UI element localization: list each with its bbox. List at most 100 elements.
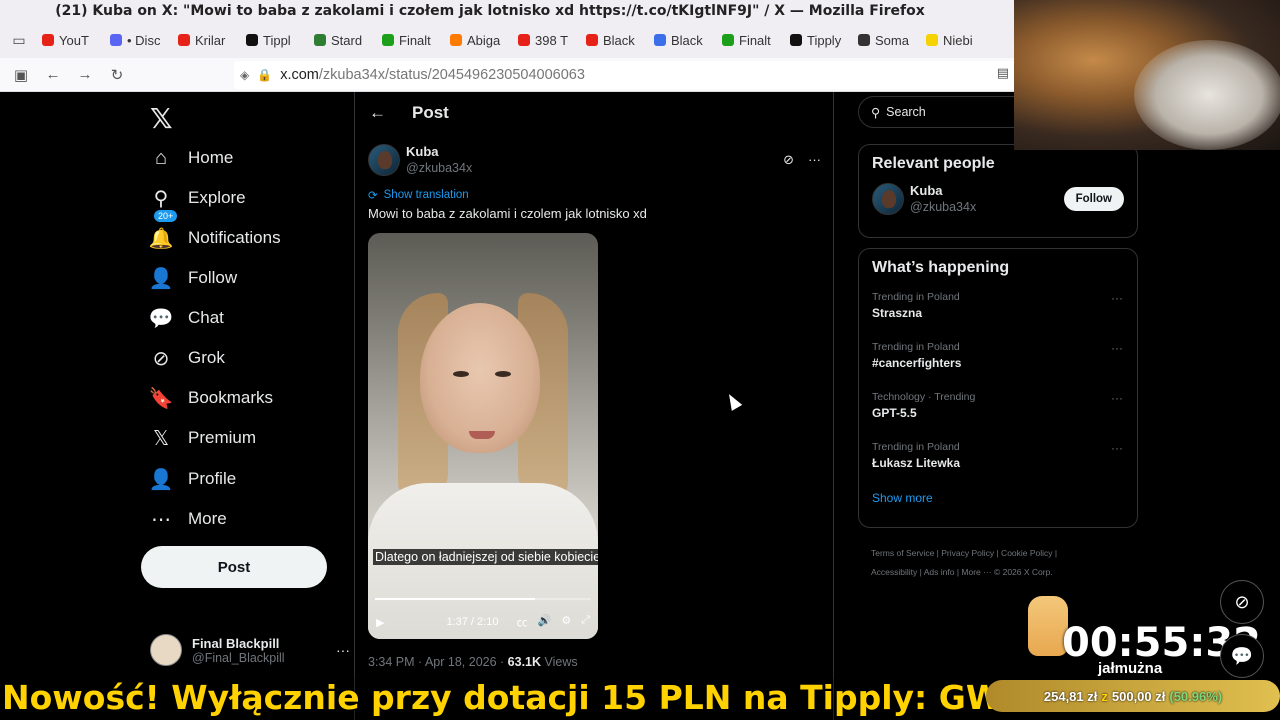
post-header: ← Post [355, 92, 833, 134]
browser-tab[interactable]: YouT [34, 26, 100, 54]
more-icon[interactable]: ··· [1111, 441, 1123, 455]
forward-icon[interactable]: → [74, 64, 96, 86]
video-frame-eye [495, 371, 511, 377]
browser-tab[interactable]: Niebi [918, 26, 984, 54]
more-icon[interactable]: ··· [1111, 341, 1123, 355]
back-arrow-icon[interactable]: ← [369, 103, 386, 123]
grok-icon[interactable]: ⊘ [1220, 580, 1264, 624]
tab-label: YouT [59, 32, 89, 48]
nav-item-follow[interactable]: 👤 Follow [149, 260, 238, 296]
webcam-overlay [1014, 0, 1280, 150]
show-more-link[interactable]: Show more [859, 485, 1137, 505]
tweet-header: Kuba @zkuba34x ⊘ ··· [368, 142, 823, 178]
footer-links: Terms of Service | Privacy Policy | Cook… [871, 544, 1131, 582]
account-handle: @Final_Blackpill [192, 650, 285, 665]
more-icon[interactable]: ··· [336, 642, 350, 658]
tweet-author-name[interactable]: Kuba [406, 144, 472, 160]
tab-label: Finalt [399, 32, 431, 48]
url-path: /zkuba34x/status/2045496230504006063 [318, 66, 585, 83]
tab-label: 398 T [535, 32, 569, 48]
browser-tab[interactable]: Finalt [374, 26, 440, 54]
play-icon[interactable]: ▶ [376, 616, 384, 629]
relevant-person[interactable]: Kuba @zkuba34x Follow [859, 173, 1137, 215]
nav-item-label: Notifications [188, 228, 281, 247]
trend-context: Trending in Poland [872, 341, 960, 353]
donation-ticker: Nowość! Wyłącznie przy dotacji 15 PLN na… [2, 678, 1104, 717]
grok-icon[interactable]: ⊘ [783, 152, 794, 168]
tab-overview-icon[interactable]: ▭ [6, 27, 32, 53]
tab-favicon-icon [586, 34, 598, 46]
account-switcher[interactable]: Final Blackpill @Final_Blackpill ··· [150, 632, 350, 668]
browser-tab[interactable]: Krilar [170, 26, 236, 54]
more-icon[interactable]: ··· [1111, 391, 1123, 405]
reload-icon[interactable]: ↻ [106, 64, 128, 86]
fullscreen-icon[interactable]: ⤢ [581, 614, 590, 630]
follow-button[interactable]: Follow [1063, 187, 1124, 211]
nav-item-grok[interactable]: ⊘ Grok [150, 340, 225, 376]
tab-label: Finalt [739, 32, 771, 48]
nav-item-notifications[interactable]: 🔔 Notifications 20+ [148, 210, 281, 256]
avatar[interactable] [872, 183, 904, 215]
nav-item-premium[interactable]: 𝕏 Premium [150, 420, 256, 456]
browser-tab[interactable]: Abiga [442, 26, 508, 54]
browser-tab[interactable]: Black [578, 26, 644, 54]
nav-item-label: Premium [188, 428, 257, 447]
video-player[interactable]: Dlatego on ładniejszej od siebie kobieci… [368, 233, 598, 639]
x-logo-icon[interactable]: 𝕏 [150, 102, 173, 135]
volume-icon[interactable]: 🔊 [538, 614, 552, 630]
sidebar-toggle-icon[interactable]: ▣ [10, 64, 32, 86]
tab-label: Abiga [467, 32, 501, 48]
footer-line[interactable]: Terms of Service | Privacy Policy | Cook… [871, 544, 1131, 563]
video-caption: Dlatego on ładniejszej od siebie kobieci… [373, 549, 598, 565]
notifications-icon: 🔔 [148, 227, 174, 250]
tweet-author-handle[interactable]: @zkuba34x [406, 160, 472, 176]
url-bar[interactable]: ◈ 🔒 x.com/zkuba34x/status/20454962305040… [234, 60, 1040, 89]
show-translation-link[interactable]: ⟳ Show translation [368, 188, 823, 202]
post-button[interactable]: Post [141, 546, 327, 588]
video-progress-bar[interactable] [375, 598, 591, 600]
relevant-person-name[interactable]: Kuba [910, 183, 976, 199]
tab-favicon-icon [178, 34, 190, 46]
browser-tab[interactable]: 398 T [510, 26, 576, 54]
search-icon: ⚲ [871, 105, 881, 120]
browser-tab[interactable]: Stard [306, 26, 372, 54]
browser-tab[interactable]: Soma [850, 26, 916, 54]
browser-tab[interactable]: Tipply [782, 26, 848, 54]
goal-of: z [1101, 688, 1108, 704]
nav-item-chat[interactable]: 💬 Chat [149, 300, 224, 336]
tweet-timestamp[interactable]: 3:34 PM · Apr 18, 2026 · [368, 655, 508, 669]
trend-item[interactable]: Technology · Trending GPT-5.5 ··· [859, 385, 1137, 435]
trend-item[interactable]: Trending in Poland Łukasz Litewka ··· [859, 435, 1137, 485]
footer-line[interactable]: Accessibility | Ads info | More ··· © 20… [871, 563, 1131, 582]
bookmarks-icon: 🔖 [148, 387, 174, 410]
avatar[interactable] [368, 144, 400, 176]
tab-favicon-icon [246, 34, 258, 46]
more-icon[interactable]: ··· [1111, 291, 1123, 305]
trend-item[interactable]: Trending in Poland #cancerfighters ··· [859, 335, 1137, 385]
reader-view-icon[interactable]: ▤ [997, 65, 1009, 84]
more-icon[interactable]: ··· [808, 152, 821, 168]
nav-item-bookmarks[interactable]: 🔖 Bookmarks [148, 380, 273, 416]
captions-icon[interactable]: ㏄ [517, 614, 528, 630]
nav-item-profile[interactable]: 👤 Profile [149, 461, 237, 497]
home-icon: ⌂ [154, 146, 168, 169]
goal-target: 500,00 zł [1111, 688, 1166, 704]
tab-label: • Disc [127, 32, 161, 48]
browser-tab[interactable]: Finalt [714, 26, 780, 54]
chat-icon[interactable]: 💬 [1220, 634, 1264, 678]
trend-item[interactable]: Trending in Poland Straszna ··· [859, 285, 1137, 335]
back-icon[interactable]: ← [42, 64, 64, 86]
relevant-person-handle: @zkuba34x [910, 200, 977, 214]
tab-label: Tippl [263, 32, 291, 48]
tweet-text: Mowi to baba z zakolami i czolem jak lot… [368, 206, 647, 221]
tab-label: Krilar [195, 32, 226, 48]
search-placeholder: Search [886, 105, 926, 119]
browser-tab[interactable]: Black [646, 26, 712, 54]
nav-item-home[interactable]: ⌂ Home [150, 140, 233, 176]
settings-icon[interactable]: ⚙ [561, 614, 571, 630]
browser-tab[interactable]: • Disc [102, 26, 168, 54]
whats-happening-title: What’s happening [872, 259, 1010, 276]
nav-item-more[interactable]: ⋯ More [150, 501, 227, 537]
browser-tab[interactable]: Tippl [238, 26, 304, 54]
nav-item-label: Profile [188, 469, 237, 488]
